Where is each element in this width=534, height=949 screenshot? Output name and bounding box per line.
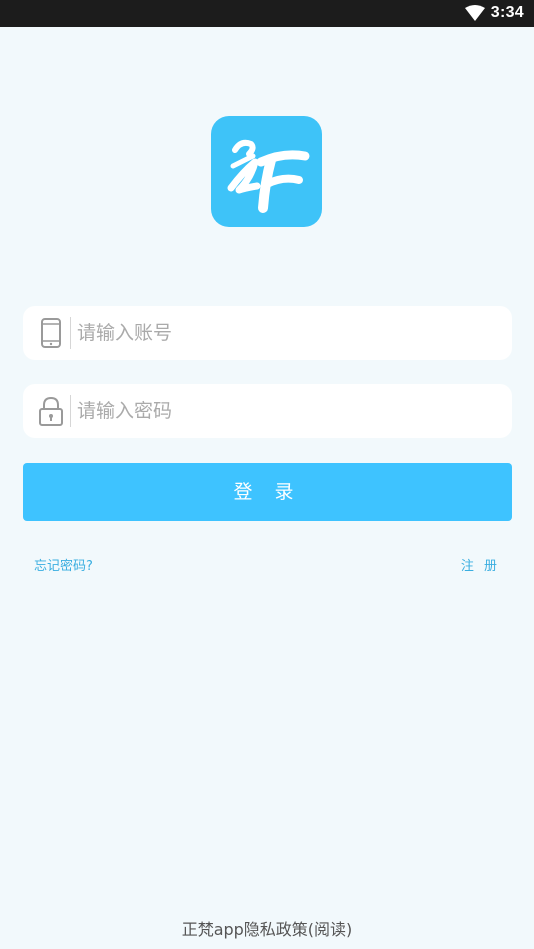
- account-input[interactable]: [77, 306, 497, 360]
- forgot-password-link[interactable]: 忘记密码?: [34, 555, 93, 574]
- password-field[interactable]: [23, 384, 512, 438]
- wifi-icon: [465, 5, 485, 21]
- privacy-policy-link[interactable]: 正梵app隐私政策(阅读): [0, 916, 534, 940]
- app-logo-icon: [211, 116, 322, 227]
- account-field[interactable]: [23, 306, 512, 360]
- account-field-divider: [70, 317, 71, 349]
- login-button[interactable]: 登 录: [23, 463, 512, 521]
- status-time: 3:34: [490, 4, 524, 21]
- status-bar: 3:34: [0, 0, 534, 27]
- lock-icon: [39, 396, 63, 426]
- register-link[interactable]: 注 册: [461, 555, 500, 574]
- password-input[interactable]: [77, 384, 497, 438]
- password-field-divider: [70, 395, 71, 427]
- phone-icon: [41, 318, 61, 348]
